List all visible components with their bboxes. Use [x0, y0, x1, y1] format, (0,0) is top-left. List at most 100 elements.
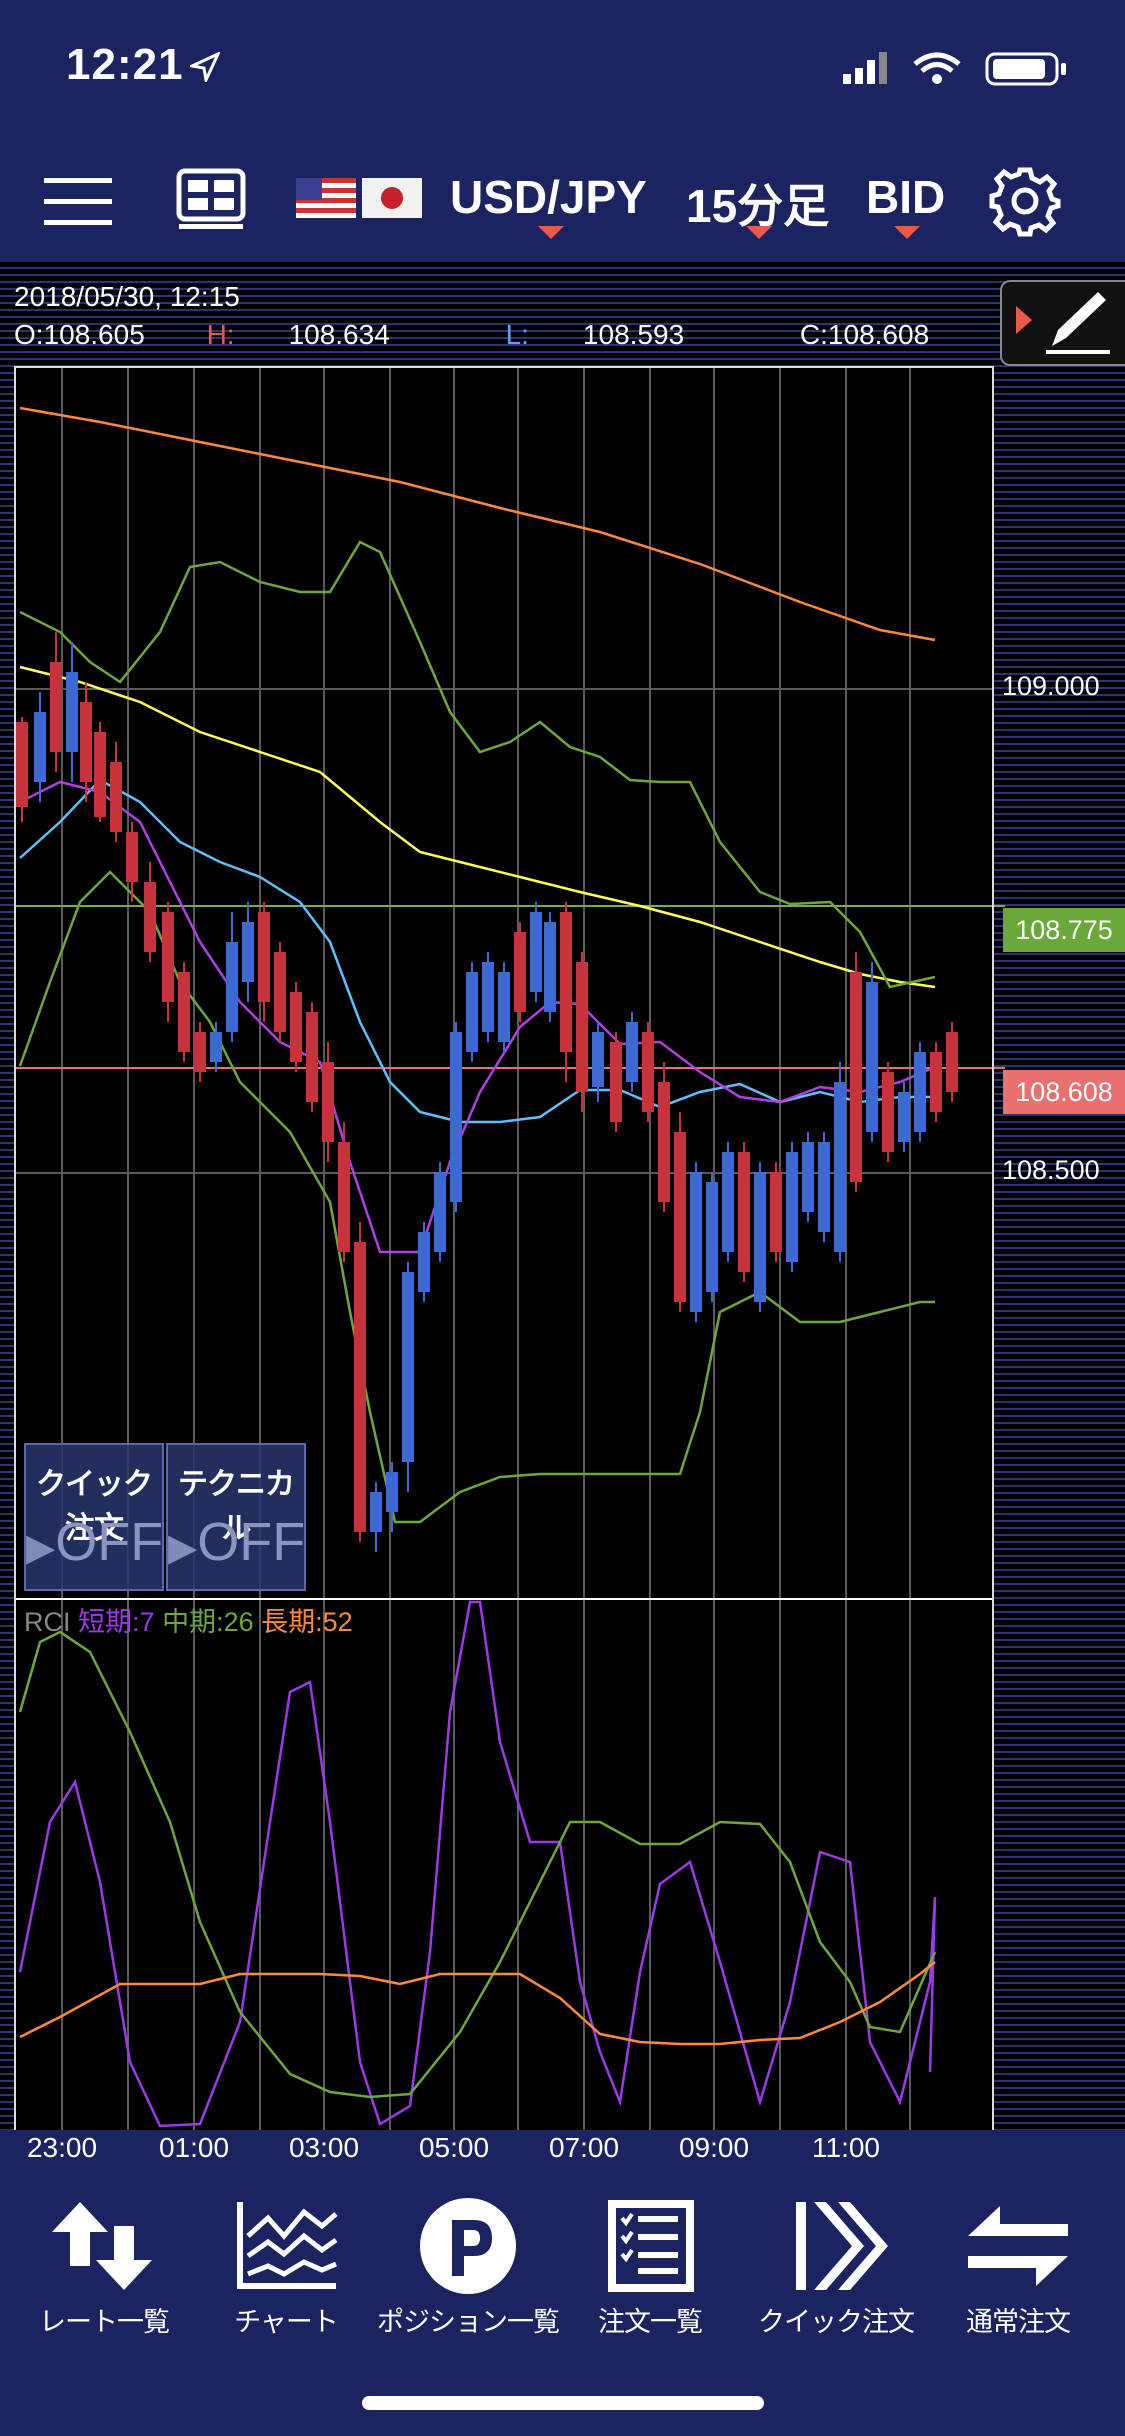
- time-label: 03:00: [288, 2132, 360, 2163]
- candle-up: [306, 1002, 318, 1112]
- hamburger-menu-icon[interactable]: [44, 172, 114, 232]
- price-type-label: BID: [866, 171, 946, 223]
- candle-down: [834, 1062, 846, 1262]
- candle-up: [770, 1162, 782, 1262]
- symbol-caret-icon: [538, 226, 564, 239]
- quick-order-icon: [796, 2202, 888, 2290]
- candle-down: [690, 1162, 702, 1322]
- settings-gear-icon[interactable]: [988, 164, 1062, 238]
- open-value: O:108.605: [14, 319, 145, 350]
- symbol-label: USD/JPY: [450, 171, 647, 223]
- candle-down: [722, 1142, 734, 1262]
- home-indicator: [362, 2396, 764, 2410]
- candle-up: [16, 717, 28, 822]
- low-value: 108.593: [582, 319, 685, 350]
- technical-state: ▶OFF: [168, 1512, 306, 1572]
- technical-toggle[interactable]: テクニカル ▶OFF: [166, 1443, 306, 1591]
- time-label: 05:00: [418, 2132, 490, 2163]
- play-arrow-icon: ▶: [26, 1527, 56, 1569]
- drawing-tool-button[interactable]: [1000, 280, 1125, 366]
- candle-up: [354, 1222, 366, 1542]
- arrows-up-down-icon: [52, 2202, 152, 2290]
- rci-legend: RCI 短期:7 中期:26 長期:52: [24, 1600, 353, 1639]
- play-arrow-icon: ▶: [168, 1527, 198, 1569]
- candle-up: [610, 1032, 622, 1132]
- candle-down: [418, 1222, 430, 1302]
- ohlc-row: O:108.605 H: 108.634 L: 108.593 C:108.608: [14, 316, 983, 354]
- candle-up: [674, 1112, 686, 1312]
- candle-down: [434, 1162, 446, 1262]
- candle-down: [818, 1132, 830, 1242]
- candle-up: [946, 1022, 958, 1102]
- price-chart[interactable]: [0, 262, 1125, 2130]
- timeframe-label: 15分足: [686, 180, 830, 232]
- rci-title: RCI: [24, 1607, 71, 1637]
- high-value: 108.634: [288, 319, 390, 350]
- us-flag-icon: [296, 178, 356, 218]
- tab-rate-list[interactable]: レート一覧: [10, 2196, 198, 2337]
- candle-down: [466, 962, 478, 1062]
- chart-icon: [237, 2202, 338, 2289]
- tab-position-list[interactable]: ポジション一覧: [374, 2196, 562, 2337]
- low-prefix: L:: [505, 319, 529, 350]
- tab-label: レート一覧: [39, 2307, 170, 2337]
- candle-up: [94, 722, 106, 822]
- tab-chart[interactable]: チャート: [192, 2196, 380, 2337]
- bar-datetime: 2018/05/30, 12:15: [14, 281, 240, 312]
- candle-up: [882, 1062, 894, 1162]
- candle-up: [930, 1042, 942, 1122]
- candle-down: [754, 1162, 766, 1312]
- time-label: 23:00: [26, 2132, 98, 2163]
- time-label: 09:00: [678, 2132, 750, 2163]
- position-p-icon: [420, 2198, 516, 2294]
- candle-down: [450, 1022, 462, 1212]
- price-label-109000: 109.000: [1002, 671, 1100, 701]
- candle-down: [866, 962, 878, 1142]
- candle-down: [706, 1172, 718, 1302]
- time-label: 11:00: [812, 2132, 880, 2163]
- app-header: USD/JPY 15分足 BID: [0, 140, 1125, 262]
- rci-mid-label: 中期:26: [162, 1607, 254, 1637]
- candle-up: [290, 982, 302, 1072]
- tab-label: ポジション一覧: [377, 2307, 560, 2337]
- tab-normal-order[interactable]: 通常注文: [924, 2196, 1112, 2337]
- time-label: 01:00: [158, 2132, 230, 2163]
- price-type-selector[interactable]: BID: [866, 170, 945, 224]
- candle-down: [544, 912, 556, 1022]
- order-list-icon: [608, 2200, 694, 2292]
- green-price-tag: 108.775: [1003, 908, 1125, 952]
- tab-label: 通常注文: [966, 2307, 1071, 2337]
- high-group: H: 108.634: [207, 319, 444, 350]
- high-prefix: H:: [206, 319, 235, 350]
- candle-up: [850, 952, 862, 1192]
- japan-flag-icon: [362, 178, 422, 218]
- candle-up: [642, 1022, 654, 1122]
- candle-down: [402, 1262, 414, 1492]
- candle-up: [338, 1122, 350, 1262]
- signal-icon: [843, 52, 887, 84]
- price-type-caret-icon: [894, 226, 920, 239]
- quick-order-toggle[interactable]: クイック注文 ▶OFF: [24, 1443, 164, 1591]
- location-arrow-icon: [190, 52, 220, 82]
- status-icons: [843, 52, 1066, 86]
- current-price-tag: 108.608: [1003, 1070, 1125, 1114]
- candle-down: [482, 952, 494, 1042]
- timeframe-caret-icon: [746, 226, 772, 239]
- price-label-108500: 108.500: [1002, 1155, 1100, 1185]
- candle-up: [738, 1142, 750, 1282]
- status-time: 12:21: [66, 40, 184, 89]
- symbol-selector[interactable]: USD/JPY: [450, 170, 647, 224]
- pen-icon: [1016, 292, 1110, 354]
- candle-down: [914, 1042, 926, 1142]
- low-group: L: 108.593: [506, 319, 739, 350]
- quick-order-state: ▶OFF: [26, 1512, 164, 1572]
- tab-order-list[interactable]: 注文一覧: [556, 2196, 744, 2337]
- layout-grid-icon[interactable]: [176, 168, 246, 232]
- candle-up: [576, 952, 588, 1112]
- tab-quick-order[interactable]: クイック注文: [742, 2196, 930, 2337]
- time-label: 07:00: [548, 2132, 620, 2163]
- currency-flags-icon: [296, 178, 422, 218]
- candle-down: [802, 1132, 814, 1222]
- battery-icon: [985, 52, 1066, 86]
- tab-label: チャート: [234, 2307, 339, 2337]
